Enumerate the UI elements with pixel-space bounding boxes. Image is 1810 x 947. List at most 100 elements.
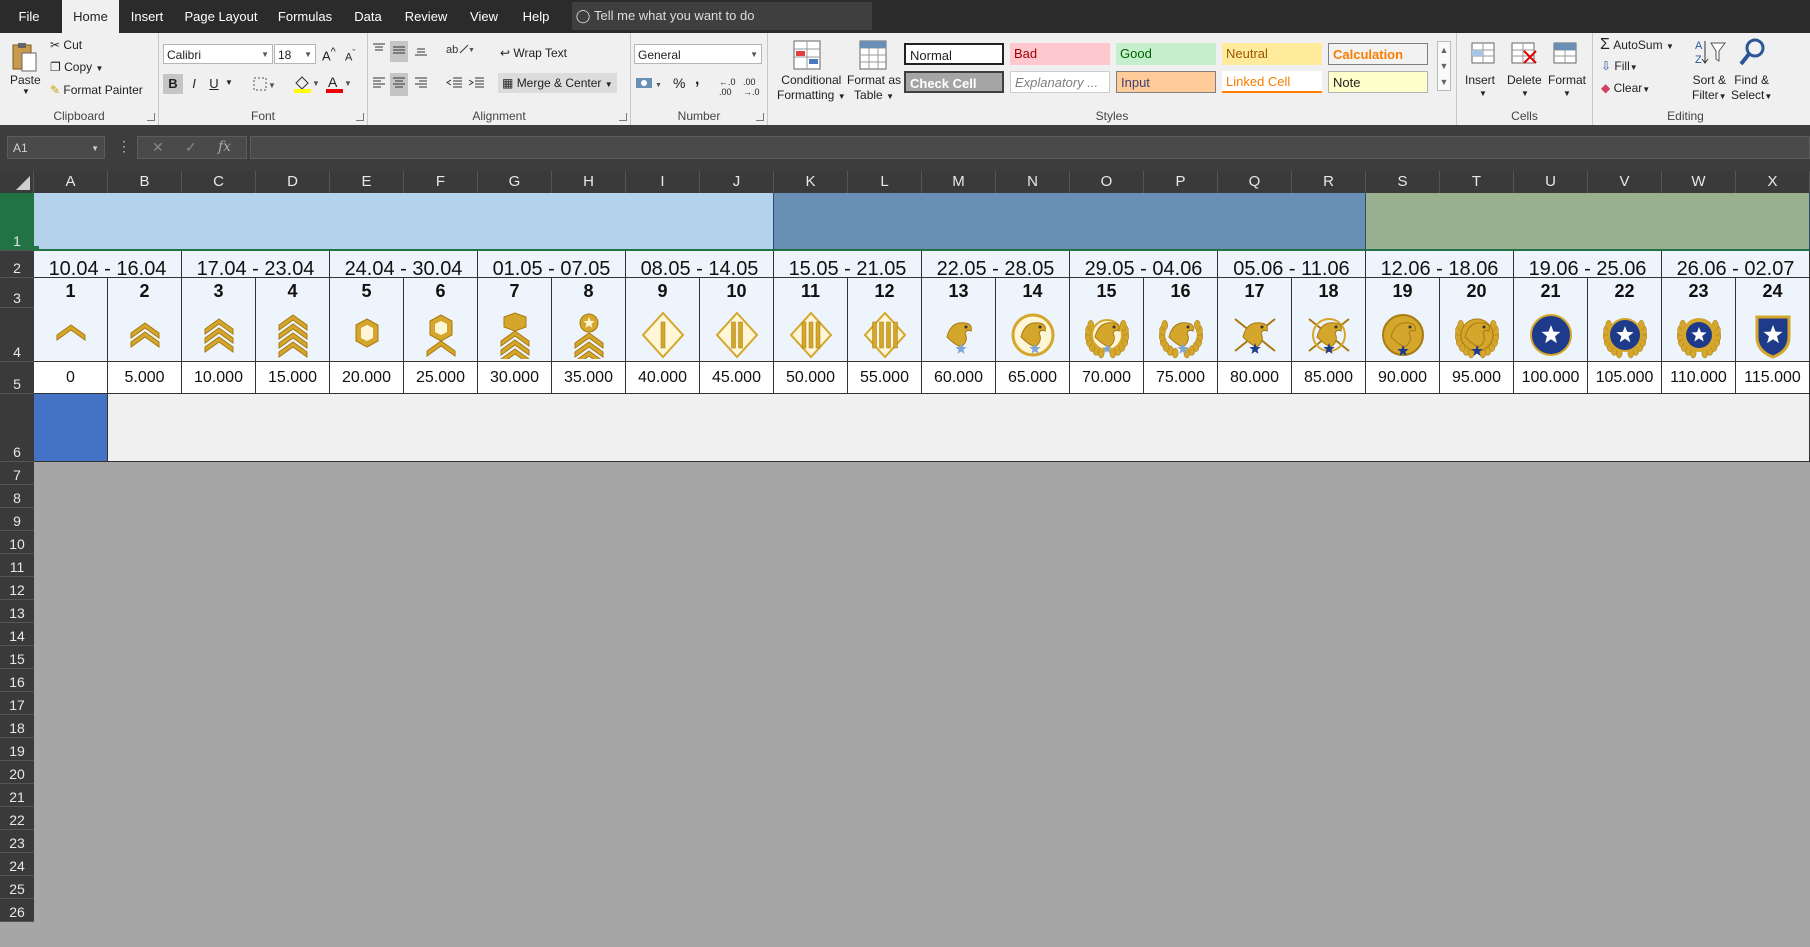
rank-icon-cell[interactable] bbox=[626, 308, 700, 362]
column-header-n[interactable]: N bbox=[996, 171, 1070, 193]
bold-button[interactable]: B bbox=[163, 74, 183, 94]
column-header-u[interactable]: U bbox=[1514, 171, 1588, 193]
row-header-26[interactable]: 26 bbox=[0, 899, 34, 922]
cancel-icon[interactable]: ✕ bbox=[152, 139, 164, 156]
rank-number[interactable]: 9 bbox=[626, 278, 700, 308]
name-box[interactable]: A1 ▼ bbox=[7, 136, 105, 159]
week-date-range[interactable]: 05.06 - 11.06 bbox=[1218, 251, 1366, 280]
rank-icon-cell[interactable] bbox=[996, 308, 1070, 362]
points-cell[interactable]: 25.000 bbox=[404, 362, 478, 394]
column-header-o[interactable]: O bbox=[1070, 171, 1144, 193]
column-header-d[interactable]: D bbox=[256, 171, 330, 193]
rank-icon-cell[interactable] bbox=[330, 308, 404, 362]
row-header-13[interactable]: 13 bbox=[0, 600, 34, 623]
row-header-24[interactable]: 24 bbox=[0, 853, 34, 876]
paste-button[interactable]: Paste bbox=[10, 73, 41, 87]
select-all-button[interactable] bbox=[0, 171, 34, 193]
autosum-button[interactable]: Σ AutoSum ▼ bbox=[1600, 36, 1674, 54]
column-header-r[interactable]: R bbox=[1292, 171, 1366, 193]
rank-icon-cell[interactable] bbox=[1144, 308, 1218, 362]
styles-scroll-icon[interactable]: ▲ ▼ ▼ bbox=[1437, 41, 1451, 91]
insert-dropdown-icon[interactable]: ▼ bbox=[1479, 89, 1487, 98]
row-header-10[interactable]: 10 bbox=[0, 531, 34, 554]
header-band-3[interactable] bbox=[1366, 193, 1810, 251]
row-header-11[interactable]: 11 bbox=[0, 554, 34, 577]
rank-number[interactable]: 16 bbox=[1144, 278, 1218, 308]
alignment-launcher-icon[interactable] bbox=[619, 113, 627, 121]
row-header-6[interactable]: 6 bbox=[0, 394, 34, 462]
decrease-font-icon[interactable]: Aˇ bbox=[345, 48, 355, 64]
rank-icon-cell[interactable] bbox=[34, 308, 108, 362]
number-launcher-icon[interactable] bbox=[756, 113, 764, 121]
style-input[interactable]: Input bbox=[1116, 71, 1216, 93]
points-cell[interactable]: 70.000 bbox=[1070, 362, 1144, 394]
style-note[interactable]: Note bbox=[1328, 71, 1428, 93]
orientation-icon[interactable]: ab ▼ bbox=[446, 41, 475, 60]
delete-button[interactable]: Delete bbox=[1507, 73, 1542, 87]
points-cell[interactable]: 115.000 bbox=[1736, 362, 1810, 394]
header-band-2[interactable] bbox=[774, 193, 1366, 251]
style-neutral[interactable]: Neutral bbox=[1222, 43, 1322, 65]
rank-number[interactable]: 14 bbox=[996, 278, 1070, 308]
style-good[interactable]: Good bbox=[1116, 43, 1216, 65]
clear-button[interactable]: ◆ Clear▼ bbox=[1601, 81, 1650, 95]
rank-number[interactable]: 20 bbox=[1440, 278, 1514, 308]
delete-dropdown-icon[interactable]: ▼ bbox=[1521, 89, 1529, 98]
tab-help[interactable]: Help bbox=[515, 0, 557, 33]
points-cell[interactable]: 40.000 bbox=[626, 362, 700, 394]
rank-number[interactable]: 12 bbox=[848, 278, 922, 308]
format-cells-icon[interactable] bbox=[1551, 39, 1581, 72]
rank-icon-cell[interactable] bbox=[404, 308, 478, 362]
comma-button[interactable]: , bbox=[695, 71, 699, 89]
increase-indent-icon[interactable] bbox=[468, 75, 486, 94]
week-date-range[interactable]: 22.05 - 28.05 bbox=[922, 251, 1070, 280]
points-cell[interactable]: 100.000 bbox=[1514, 362, 1588, 394]
column-header-p[interactable]: P bbox=[1144, 171, 1218, 193]
points-cell[interactable]: 105.000 bbox=[1588, 362, 1662, 394]
rank-number[interactable]: 2 bbox=[108, 278, 182, 308]
column-header-g[interactable]: G bbox=[478, 171, 552, 193]
cut-button[interactable]: ✂ Cut bbox=[50, 38, 82, 52]
points-cell[interactable]: 85.000 bbox=[1292, 362, 1366, 394]
points-cell[interactable]: 80.000 bbox=[1218, 362, 1292, 394]
week-date-range[interactable]: 19.06 - 25.06 bbox=[1514, 251, 1662, 280]
italic-button[interactable]: I bbox=[184, 74, 204, 94]
find-select-icon[interactable] bbox=[1738, 37, 1768, 72]
row-header-23[interactable]: 23 bbox=[0, 830, 34, 853]
rank-number[interactable]: 1 bbox=[34, 278, 108, 308]
rank-icon-cell[interactable] bbox=[182, 308, 256, 362]
rank-number[interactable]: 4 bbox=[256, 278, 330, 308]
align-center-icon[interactable] bbox=[390, 73, 408, 96]
clipboard-launcher-icon[interactable] bbox=[147, 113, 155, 121]
paste-dropdown-icon[interactable]: ▼ bbox=[22, 87, 30, 96]
column-header-m[interactable]: M bbox=[922, 171, 996, 193]
row-header-25[interactable]: 25 bbox=[0, 876, 34, 899]
file-menu[interactable]: File bbox=[0, 0, 58, 33]
points-cell[interactable]: 75.000 bbox=[1144, 362, 1218, 394]
font-family-select[interactable]: Calibri ▼ bbox=[163, 44, 273, 64]
format-painter-button[interactable]: ✎ Format Painter bbox=[50, 83, 143, 97]
tab-page-layout[interactable]: Page Layout bbox=[182, 0, 260, 33]
row-header-3[interactable]: 3 bbox=[0, 278, 34, 308]
column-header-q[interactable]: Q bbox=[1218, 171, 1292, 193]
points-cell[interactable]: 65.000 bbox=[996, 362, 1070, 394]
fill-color-icon[interactable]: ▼ bbox=[293, 74, 320, 97]
week-date-range[interactable]: 08.05 - 14.05 bbox=[626, 251, 774, 280]
rank-number[interactable]: 3 bbox=[182, 278, 256, 308]
borders-icon[interactable]: ▼ bbox=[253, 77, 276, 94]
column-header-w[interactable]: W bbox=[1662, 171, 1736, 193]
rank-icon-cell[interactable] bbox=[848, 308, 922, 362]
formula-options-icon[interactable]: ⋮ bbox=[117, 138, 131, 155]
rank-icon-cell[interactable] bbox=[108, 308, 182, 362]
points-cell[interactable]: 15.000 bbox=[256, 362, 330, 394]
row-header-7[interactable]: 7 bbox=[0, 462, 34, 485]
tab-formulas[interactable]: Formulas bbox=[273, 0, 337, 33]
rank-icon-cell[interactable] bbox=[552, 308, 626, 362]
align-middle-icon[interactable] bbox=[390, 41, 408, 62]
rank-icon-cell[interactable] bbox=[478, 308, 552, 362]
rank-number[interactable]: 13 bbox=[922, 278, 996, 308]
copy-button[interactable]: ❐ Copy ▼ bbox=[50, 60, 103, 74]
tell-me-search[interactable]: ◯ Tell me what you want to do bbox=[572, 2, 872, 30]
style-check-cell[interactable]: Check Cell bbox=[904, 71, 1004, 93]
points-cell[interactable]: 45.000 bbox=[700, 362, 774, 394]
